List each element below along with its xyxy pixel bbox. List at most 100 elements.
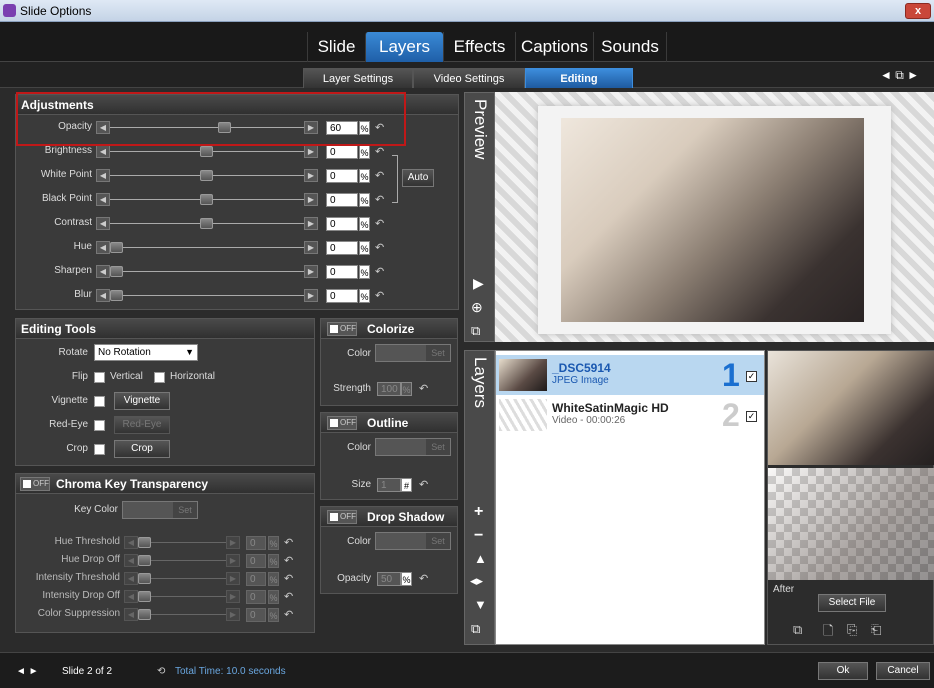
colorize-color-swatch[interactable]: Set [375,344,451,362]
play-icon[interactable]: ▶ [473,275,484,292]
adjustment-reset-icon[interactable]: ↶ [375,241,384,254]
colorize-set[interactable]: Set [426,345,450,361]
key-color-swatch[interactable]: Set [122,501,198,519]
strength-reset-icon[interactable]: ↶ [419,382,428,395]
adjustment-value[interactable]: 0 [326,289,358,303]
chroma-value[interactable]: 0 [246,572,266,586]
chroma-slider-thumb[interactable] [138,573,151,584]
file-info-icon[interactable]: 🗋 [823,622,833,644]
adjustment-decrease-icon[interactable]: ◀ [96,169,110,182]
layer-nav-arrows-icon[interactable]: ◄ ⧉ ► [880,68,919,83]
tab-effects[interactable]: Effects [443,32,515,62]
crop-button[interactable]: Crop [114,440,170,458]
chroma-slider-track[interactable] [138,614,226,615]
adjustment-slider-thumb[interactable] [110,242,123,253]
chroma-decrease-icon[interactable]: ◀ [124,536,138,549]
chroma-increase-icon[interactable]: ▶ [226,608,240,621]
adjustment-decrease-icon[interactable]: ◀ [96,193,110,206]
chroma-value[interactable]: 0 [246,536,266,550]
remove-layer-icon[interactable]: − [474,527,483,545]
adjustment-increase-icon[interactable]: ▶ [304,193,318,206]
cancel-button[interactable]: Cancel [876,662,930,680]
chroma-slider-track[interactable] [138,596,226,597]
chroma-reset-icon[interactable]: ↶ [284,572,293,585]
shadow-opacity-value[interactable]: 50 [377,572,401,586]
drop-shadow-toggle[interactable]: OFF [327,510,357,524]
chroma-slider-track[interactable] [138,542,226,543]
close-button[interactable]: x [905,3,931,19]
tab-layers[interactable]: Layers [365,32,443,62]
slide-nav-arrows-icon[interactable]: ◄ ► [16,666,39,677]
adjustment-slider-track[interactable] [110,247,304,248]
swap-icon[interactable]: ◂▸ [470,573,483,589]
chroma-slider-track[interactable] [138,560,226,561]
red-eye-button[interactable]: Red-Eye [114,416,170,434]
chroma-reset-icon[interactable]: ↶ [284,608,293,621]
chroma-decrease-icon[interactable]: ◀ [124,590,138,603]
tab-layer-settings[interactable]: Layer Settings [303,68,413,88]
adjustment-decrease-icon[interactable]: ◀ [96,265,110,278]
fit-icon[interactable]: ⧉ [471,323,480,339]
chroma-increase-icon[interactable]: ▶ [226,572,240,585]
ok-button[interactable]: Ok [818,662,868,680]
adjustment-reset-icon[interactable]: ↶ [375,265,384,278]
layer-2-visible-checkbox[interactable]: ✓ [746,411,757,422]
shadow-color-swatch[interactable]: Set [375,532,451,550]
layer-item-2[interactable]: WhiteSatinMagic HD Video - 00:00:26 2 ✓ [496,395,764,435]
adjustment-slider-thumb[interactable] [200,194,213,205]
chroma-slider-thumb[interactable] [138,555,151,566]
chroma-reset-icon[interactable]: ↶ [284,554,293,567]
adjustment-increase-icon[interactable]: ▶ [304,217,318,230]
adjustment-increase-icon[interactable]: ▶ [304,265,318,278]
crop-checkbox[interactable] [94,444,105,455]
adjustment-slider-track[interactable] [110,295,304,296]
copy-file-icon[interactable]: ⎘ [847,622,857,638]
shadow-opacity-reset-icon[interactable]: ↶ [419,572,428,585]
chroma-slider-track[interactable] [138,578,226,579]
adjustment-slider-thumb[interactable] [200,146,213,157]
chroma-value[interactable]: 0 [246,590,266,604]
shadow-set[interactable]: Set [426,533,450,549]
adjustment-reset-icon[interactable]: ↶ [375,145,384,158]
strength-value[interactable]: 100 [377,382,401,396]
chroma-increase-icon[interactable]: ▶ [226,590,240,603]
adjustment-reset-icon[interactable]: ↶ [375,193,384,206]
tab-video-settings[interactable]: Video Settings [413,68,525,88]
adjustment-value[interactable]: 0 [326,169,358,183]
rotate-select[interactable]: No Rotation ▼ [94,344,198,361]
adjustment-decrease-icon[interactable]: ◀ [96,217,110,230]
tab-captions[interactable]: Captions [515,32,593,62]
adjustment-value[interactable]: 0 [326,145,358,159]
tab-sounds[interactable]: Sounds [593,32,667,62]
move-up-icon[interactable]: ▲ [474,551,487,566]
size-value[interactable]: 1 [377,478,401,492]
flip-vertical-checkbox[interactable] [94,372,105,383]
adjustment-value[interactable]: 0 [326,217,358,231]
chroma-slider-thumb[interactable] [138,591,151,602]
outline-set[interactable]: Set [426,439,450,455]
outline-color-swatch[interactable]: Set [375,438,451,456]
chroma-decrease-icon[interactable]: ◀ [124,572,138,585]
layer-1-visible-checkbox[interactable]: ✓ [746,371,757,382]
chroma-key-toggle[interactable]: OFF [20,477,50,491]
vignette-button[interactable]: Vignette [114,392,170,410]
vignette-checkbox[interactable] [94,396,105,407]
adjustment-reset-icon[interactable]: ↶ [375,169,384,182]
chroma-value[interactable]: 0 [246,554,266,568]
chroma-slider-thumb[interactable] [138,609,151,620]
adjustment-decrease-icon[interactable]: ◀ [96,241,110,254]
flip-horizontal-checkbox[interactable] [154,372,165,383]
add-layer-icon[interactable]: + [474,503,483,521]
chroma-reset-icon[interactable]: ↶ [284,536,293,549]
adjustment-decrease-icon[interactable]: ◀ [96,289,110,302]
tab-editing[interactable]: Editing [525,68,633,88]
layer-options-icon[interactable]: ⧉ [471,621,480,637]
chroma-slider-thumb[interactable] [138,537,151,548]
adjustment-value[interactable]: 0 [326,265,358,279]
chroma-value[interactable]: 0 [246,608,266,622]
adjustment-slider-thumb[interactable] [110,266,123,277]
auto-button[interactable]: Auto [402,169,434,187]
adjustment-slider-track[interactable] [110,271,304,272]
adjustment-slider-thumb[interactable] [200,218,213,229]
adjustment-reset-icon[interactable]: ↶ [375,217,384,230]
